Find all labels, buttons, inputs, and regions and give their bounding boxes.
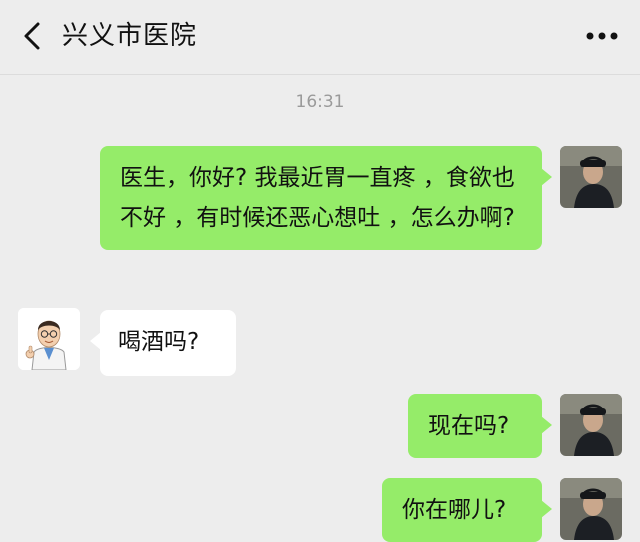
my-avatar[interactable]: [560, 146, 622, 208]
message-text: 医生，你好? 我最近胃一直疼 ，食欲也不好 ，有时候还恶心想吐 ，怎么办啊?: [120, 165, 515, 231]
my-avatar[interactable]: [560, 478, 622, 540]
more-dots-icon: [586, 32, 618, 40]
chat-title: 兴义市医院: [62, 21, 198, 51]
message-text: 现在吗?: [428, 413, 510, 439]
back-button[interactable]: [14, 18, 50, 54]
doctor-cartoon-icon: [18, 308, 80, 370]
user-photo-icon: [560, 394, 622, 456]
chevron-left-icon: [24, 22, 40, 50]
doctor-message-bubble[interactable]: 喝酒吗?: [90, 310, 236, 376]
user-photo-icon: [560, 478, 622, 540]
chat-header: 兴义市医院: [0, 0, 640, 75]
user-photo-icon: [560, 146, 622, 208]
doctor-avatar[interactable]: [18, 308, 80, 370]
my-message-bubble[interactable]: 你在哪儿?: [382, 478, 552, 542]
more-options-button[interactable]: [580, 18, 624, 54]
message-text: 喝酒吗?: [118, 329, 200, 355]
my-avatar[interactable]: [560, 394, 622, 456]
my-message-bubble[interactable]: 现在吗?: [408, 394, 552, 458]
my-message-bubble[interactable]: 医生，你好? 我最近胃一直疼 ，食欲也不好 ，有时候还恶心想吐 ，怎么办啊?: [100, 146, 552, 250]
message-timestamp: 16:31: [295, 92, 345, 112]
message-text: 你在哪儿?: [402, 497, 507, 523]
